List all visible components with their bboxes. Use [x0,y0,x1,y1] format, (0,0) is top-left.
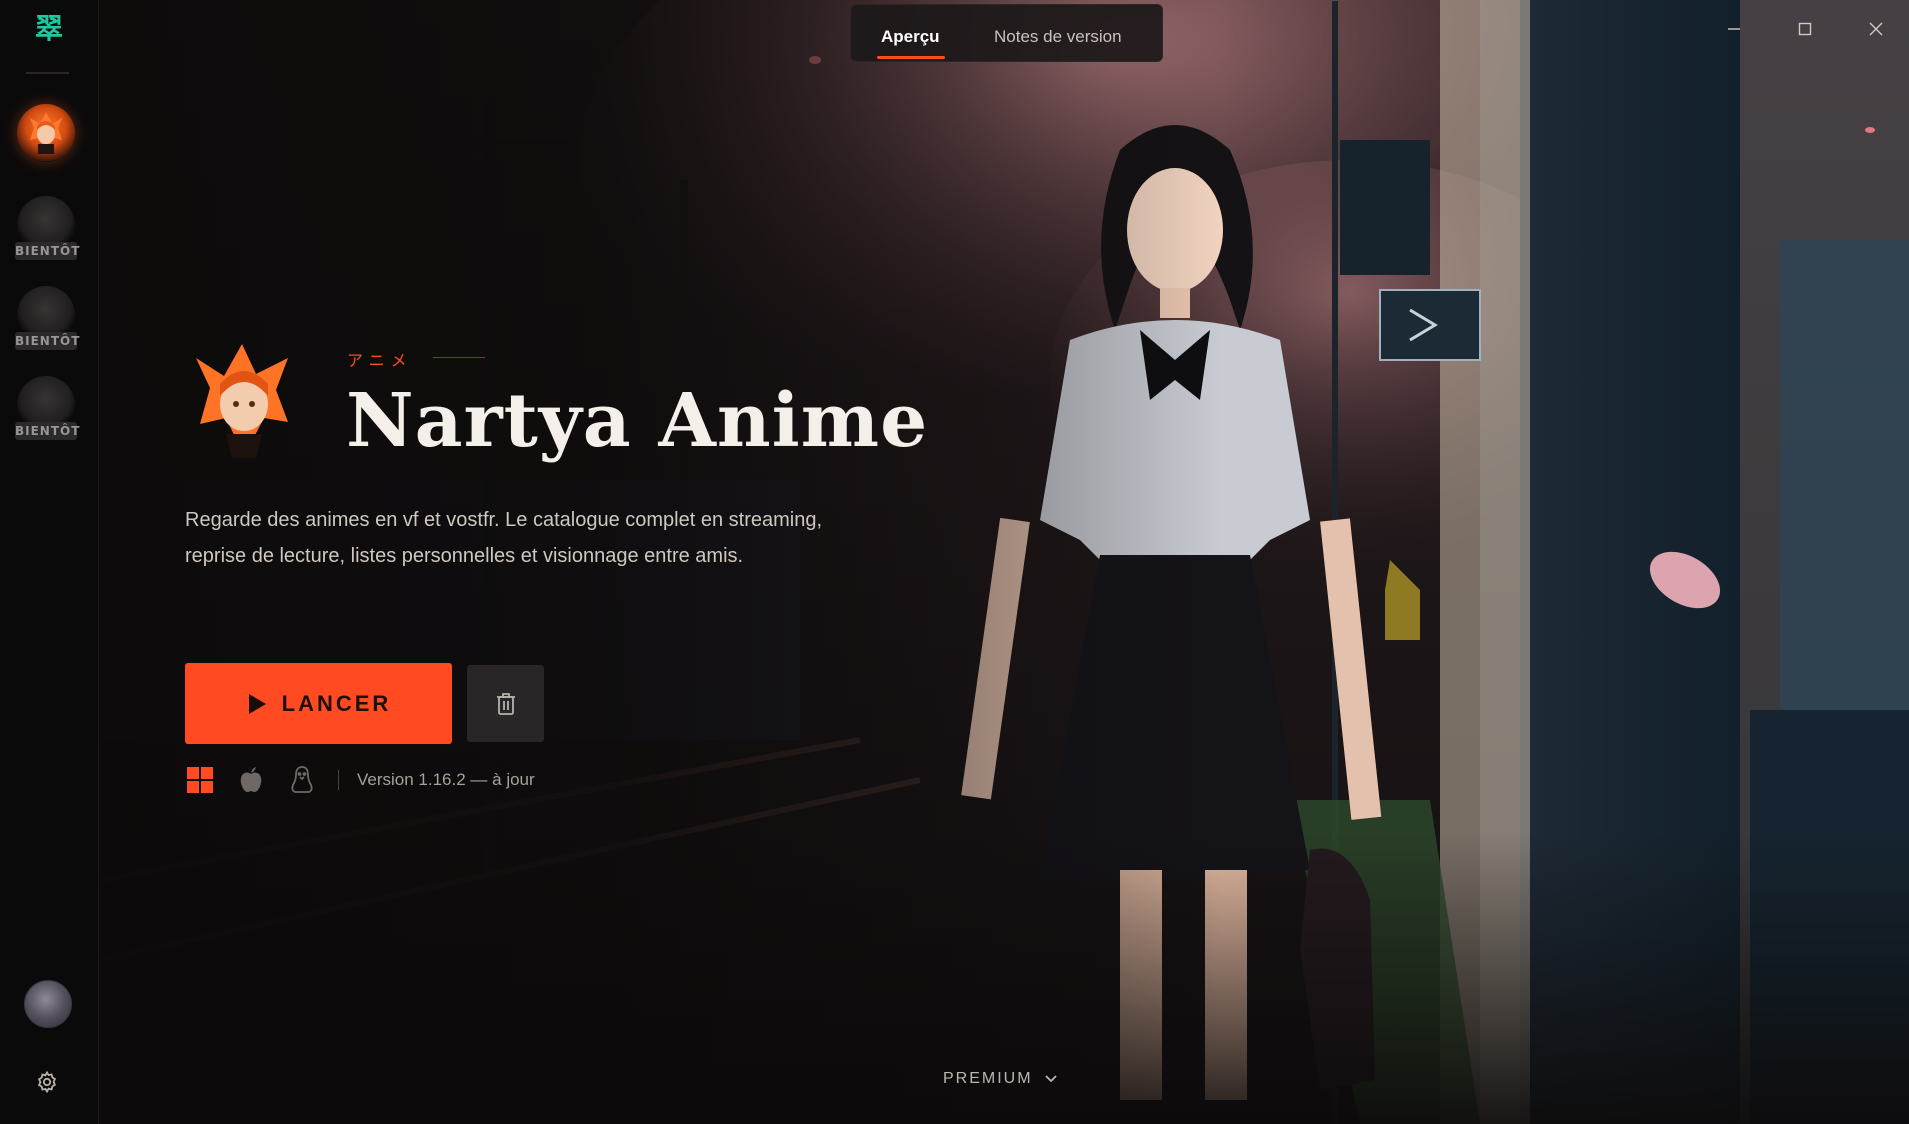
trash-icon [496,692,515,715]
chevron-down-icon [1044,1075,1057,1083]
windows-icon [185,765,215,795]
app-logo[interactable]: 翠 [29,14,69,44]
tab-notes-de-version[interactable]: Notes de version [994,5,1122,61]
coming-soon-badge: BIENTÔT [15,242,81,260]
kana-divider [433,357,485,358]
active-tab-indicator [877,56,945,59]
premium-label: PREMIUM [943,1070,1033,1087]
uninstall-button[interactable] [467,665,544,742]
view-tabs: Aperçu Notes de version [850,4,1163,62]
sidebar-game-coming-soon[interactable]: BIENTÔT [15,376,81,440]
sidebar: 翠 BIENTÔT BIENTÔT BIENTÔT [0,0,99,1124]
game-avatar-icon [17,104,75,162]
play-icon [248,693,266,714]
minimize-button[interactable] [1716,14,1752,44]
version-status: Version 1.16.2 — à jour [357,770,535,789]
coming-soon-badge: BIENTÔT [15,422,81,440]
platform-row: Version 1.16.2 — à jour [185,762,535,798]
title-kana: アニメ [347,351,413,370]
game-logo [190,340,300,460]
coming-soon-badge: BIENTÔT [15,332,81,350]
gear-icon [37,1070,57,1094]
launch-button[interactable]: LANCER [185,663,452,744]
linux-icon [287,765,317,795]
sidebar-game-nartya-anime[interactable] [15,104,77,168]
sidebar-game-coming-soon[interactable]: BIENTÔT [15,286,81,350]
game-description: Regarde des animes en vf et vostfr. Le c… [185,509,823,567]
user-avatar[interactable] [24,980,72,1028]
apple-icon [236,765,266,795]
maximize-button[interactable] [1787,14,1823,44]
settings-button[interactable] [31,1066,63,1098]
close-button[interactable] [1858,14,1894,44]
close-icon [1869,22,1883,36]
maximize-icon [1798,22,1812,36]
tab-apercu[interactable]: Aperçu [881,5,940,61]
game-title: Nartya Anime [346,378,929,464]
launch-label: LANCER [281,690,392,716]
minimize-icon [1728,28,1740,30]
sidebar-divider [26,72,69,74]
sidebar-game-coming-soon[interactable]: BIENTÔT [15,196,81,260]
platform-divider [338,770,339,790]
premium-toggle[interactable]: PREMIUM [943,1070,1059,1088]
